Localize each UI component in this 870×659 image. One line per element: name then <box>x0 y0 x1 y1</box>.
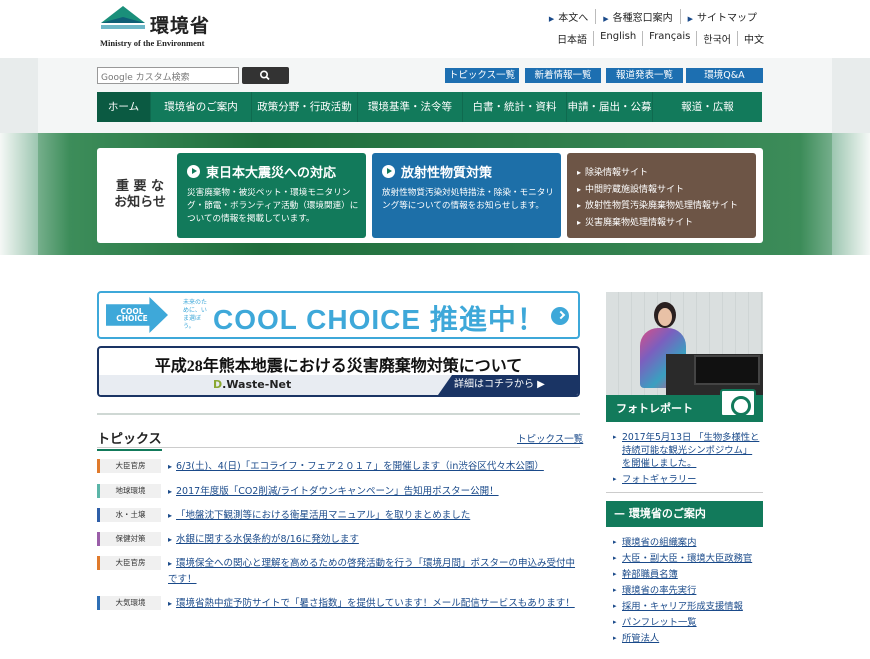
lang-chinese[interactable]: 中文 <box>738 31 764 46</box>
logo-jp-text: 環境省 <box>150 15 211 37</box>
cool-choice-headline: COOL CHOICE 推進中！ <box>213 304 546 335</box>
menu-standards[interactable]: 環境基準・法令等 <box>358 92 463 122</box>
topic-category-tag: 地球環境 <box>97 484 161 498</box>
main-menu: ホーム 環境省のご案内 政策分野・行政活動 環境基準・法令等 白書・統計・資料 … <box>97 92 762 122</box>
environment-qa-button[interactable]: 環境Q&A <box>686 68 763 83</box>
link-radioactive-waste[interactable]: 放射性物質汚染廃棄物処理情報サイト <box>577 198 738 215</box>
waste-net-logo: D.Waste-Net <box>213 378 292 391</box>
kumamoto-footer: D.Waste-Net 詳細はコチラから ▶ <box>99 375 578 395</box>
search-button[interactable] <box>242 67 289 84</box>
topic-category-tag: 大気環境 <box>97 596 161 610</box>
link-interim-storage[interactable]: 中間貯蔵施設情報サイト <box>577 182 738 199</box>
link-skip-to-content[interactable]: ▶ 本文へ <box>542 9 597 24</box>
lang-japanese[interactable]: 日本語 <box>551 31 595 46</box>
link-leading-action[interactable]: 環境省の率先実行 <box>613 584 761 597</box>
link-organization[interactable]: 環境省の組織案内 <box>613 536 761 549</box>
radiation-card-title: 放射性物質対策 <box>401 166 493 181</box>
photo-report-links: 2017年5月13日 「生物多様性と持続可能な観光シンポジウム」を開催しました。… <box>613 431 761 489</box>
link-contact-windows[interactable]: ▶ 各種窓口案内 <box>596 9 681 24</box>
camera-icon <box>720 389 756 417</box>
topic-category-tag: 大臣官房 <box>97 459 161 473</box>
topic-link[interactable]: 6/3(土)、4(日)「エコライフ・フェア２０１７」を開催します（in渋谷区代々… <box>168 459 578 475</box>
menu-applications[interactable]: 申請・届出・公募 <box>567 92 653 122</box>
search-icon <box>259 70 270 81</box>
link-sitemap[interactable]: ▶ サイトマップ <box>681 9 764 24</box>
details-link[interactable]: 詳細はコチラから ▶ <box>438 375 578 395</box>
link-affiliated-corps[interactable]: 所管法人 <box>613 632 761 645</box>
about-ministry-links: 環境省の組織案内 大臣・副大臣・環境大臣政務官 幹部職員名簿 環境省の率先実行 … <box>613 536 761 648</box>
lang-english[interactable]: English <box>594 31 644 46</box>
topic-link[interactable]: 水銀に関する水俣条約が8/16に発効します <box>168 532 578 548</box>
triangle-icon: ▶ <box>687 15 693 23</box>
kumamoto-title: 平成28年熊本地震における災害廃棄物対策について <box>154 358 523 375</box>
lang-french[interactable]: Français <box>643 31 698 46</box>
topic-link[interactable]: 環境保全への関心と理解を高めるための啓発活動を行う「環境月間」ポスターの申込み受… <box>168 556 578 588</box>
kumamoto-banner[interactable]: 平成28年熊本地震における災害廃棄物対策について D.Waste-Net 詳細は… <box>97 346 580 397</box>
link-pamphlets[interactable]: パンフレット一覧 <box>613 616 761 629</box>
menu-whitepaper[interactable]: 白書・統計・資料 <box>463 92 567 122</box>
photo-gallery-link[interactable]: フォトギャラリー <box>613 473 761 486</box>
ministry-logo[interactable]: 環境省 Ministry of the Environment <box>99 5 224 49</box>
sidebar-divider <box>606 492 763 493</box>
divider <box>97 413 580 415</box>
menu-policy[interactable]: 政策分野・行政活動 <box>252 92 358 122</box>
menu-press[interactable]: 報道・広報 <box>653 92 762 122</box>
important-notice-label: 重 要 な お知らせ <box>114 179 166 210</box>
radiation-card-desc: 放射性物質汚染対処特措法・除染・モニタリング等についての情報をお知らせします。 <box>382 188 554 211</box>
site-header: 環境省 Ministry of the Environment ▶ 本文へ ▶ 各種… <box>0 0 870 58</box>
logo-en-text: Ministry of the Environment <box>100 38 205 48</box>
topic-category-tag: 大臣官房 <box>97 556 161 570</box>
topic-link[interactable]: 2017年度版「CO2削減/ライトダウンキャンペーン」告知用ポスター公開！ <box>168 484 578 500</box>
cool-choice-tagline: 未来のために、いま選ぼう。 <box>183 299 208 330</box>
topic-link[interactable]: 「地盤沈下観測等における衛星活用マニュアル」を取りまとめました <box>168 508 578 524</box>
link-staff-list[interactable]: 幹部職員名簿 <box>613 568 761 581</box>
topic-category-tag: 保健対策 <box>97 532 161 546</box>
info-sites-card: 除染情報サイト 中間貯蔵施設情報サイト 放射性物質汚染廃棄物処理情報サイト 災害… <box>567 153 756 238</box>
radiation-card[interactable]: 放射性物質対策 放射性物質汚染対処特措法・除染・モニタリング等についての情報をお… <box>372 153 561 238</box>
earthquake-card[interactable]: 東日本大震災への対応 災害廃棄物・被災ペット・環境モニタリング・節電・ボランティ… <box>177 153 366 238</box>
topics-divider <box>97 447 580 448</box>
important-notice-panel: 重 要 な お知らせ 東日本大震災への対応 災害廃棄物・被災ペット・環境モニタリ… <box>97 148 763 243</box>
press-release-button[interactable]: 報道発表一覧 <box>606 68 683 83</box>
language-switcher: 日本語 English Français 한국어 中文 <box>551 31 764 46</box>
link-recruitment[interactable]: 採用・キャリア形成支援情報 <box>613 600 761 613</box>
triangle-icon: ▶ <box>548 15 555 23</box>
lang-korean[interactable]: 한국어 <box>697 31 738 46</box>
chevron-right-icon <box>551 307 569 325</box>
photo-report-image[interactable] <box>606 292 763 395</box>
dash-icon: — <box>614 507 629 520</box>
menu-about[interactable]: 環境省のご案内 <box>151 92 252 122</box>
top-utility-nav: ▶ 本文へ ▶ 各種窓口案内 ▶ サイトマップ <box>542 9 764 24</box>
topic-category-tag: 水・土壌 <box>97 508 161 522</box>
cool-choice-logo: COOL CHOICE <box>106 297 168 333</box>
topics-list-button[interactable]: トピックス一覧 <box>445 68 519 83</box>
search-input[interactable]: Google カスタム検索 <box>97 67 239 84</box>
topics-all-link[interactable]: トピックス一覧 <box>517 431 583 445</box>
logo-mark-icon <box>101 6 145 29</box>
about-ministry-heading: — 環境省のご案内 <box>606 501 763 527</box>
new-info-button[interactable]: 新着情報一覧 <box>525 68 601 83</box>
arrow-circle-icon <box>187 165 200 178</box>
topic-link[interactable]: 環境省熱中症予防サイトで「暑さ指数」を提供しています！メール配信サービスもありま… <box>168 596 578 612</box>
link-ministers[interactable]: 大臣・副大臣・環境大臣政務官 <box>613 552 761 565</box>
arrow-circle-icon <box>382 165 395 178</box>
photo-report-article-link[interactable]: 2017年5月13日 「生物多様性と持続可能な観光シンポジウム」を開催しました。 <box>613 431 761 470</box>
earthquake-card-title: 東日本大震災への対応 <box>206 166 337 181</box>
menu-home[interactable]: ホーム <box>97 92 151 122</box>
link-disaster-waste[interactable]: 災害廃棄物処理情報サイト <box>577 215 738 232</box>
triangle-icon: ▶ <box>603 15 609 23</box>
link-decontamination[interactable]: 除染情報サイト <box>577 165 738 182</box>
photo-report-heading[interactable]: フォトレポート <box>606 389 763 422</box>
cool-choice-banner[interactable]: COOL CHOICE 未来のために、いま選ぼう。 COOL CHOICE 推進… <box>97 291 580 339</box>
earthquake-card-desc: 災害廃棄物・被災ペット・環境モニタリング・節電・ボランティア活動（環境関連）につ… <box>187 188 359 224</box>
